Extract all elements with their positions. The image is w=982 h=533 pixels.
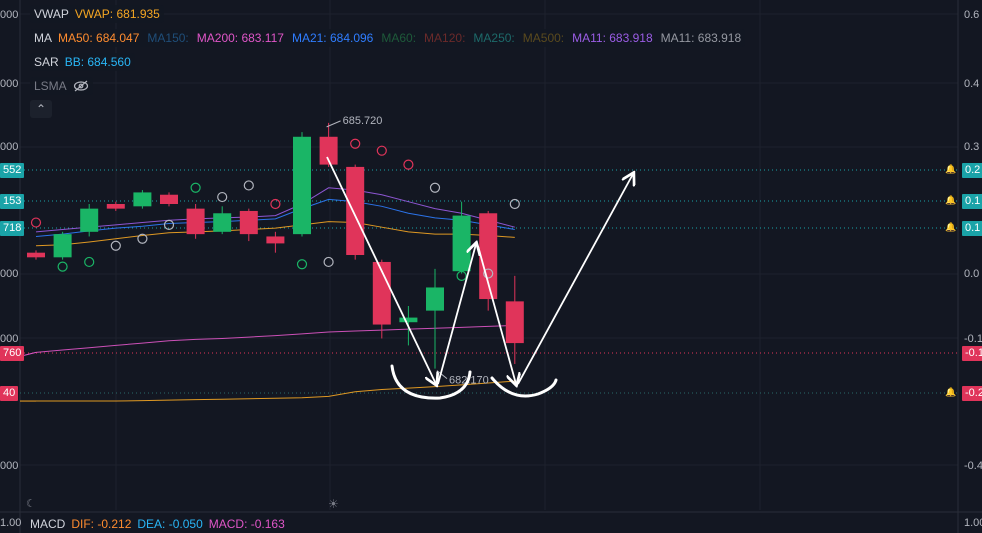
lsma-legend-name: LSMA bbox=[34, 79, 67, 93]
ma-legend-item: MA11: 683.918 bbox=[660, 31, 742, 45]
sar-point bbox=[403, 159, 414, 170]
sar-point bbox=[84, 256, 95, 268]
right-price-tag: 0.1 bbox=[962, 221, 982, 236]
ma-legend-item: MA21: 684.096 bbox=[291, 31, 374, 45]
sar-point bbox=[323, 256, 334, 268]
sar-point bbox=[30, 217, 42, 228]
lsma-legend[interactable]: LSMA bbox=[30, 77, 93, 95]
right-axis-label: 0.3 bbox=[964, 141, 980, 153]
right-axis-label: -0.4 bbox=[964, 460, 982, 472]
ma-legend-item: MA250: bbox=[473, 31, 515, 45]
left-axis-label: 000 bbox=[0, 460, 19, 472]
left-price-tag: 153 bbox=[0, 194, 25, 209]
sar-point bbox=[190, 182, 201, 193]
right-price-tag: -0.2 bbox=[962, 386, 982, 401]
chevron-up-icon[interactable]: ⌃ bbox=[30, 100, 52, 118]
macd-legend[interactable]: MACD DIF: -0.212 DEA: -0.050 MACD: -0.16… bbox=[30, 517, 285, 531]
moon-icon: ☾ bbox=[26, 497, 36, 510]
candle-body bbox=[27, 252, 45, 258]
sar-point bbox=[296, 259, 308, 270]
eye-off-icon[interactable] bbox=[73, 80, 89, 92]
left-axis-label: 000 bbox=[0, 333, 19, 345]
bell-icon[interactable]: 🔔 bbox=[945, 164, 957, 176]
bell-icon[interactable]: 🔔 bbox=[945, 387, 957, 399]
right-price-tag: 0.2 bbox=[962, 163, 982, 178]
right-axis-label: -0.1 bbox=[964, 333, 982, 345]
macd-legend-name: MACD bbox=[30, 517, 66, 531]
ma-legend-item: MA500: bbox=[522, 31, 565, 45]
sar-point bbox=[270, 198, 281, 210]
vwap-legend[interactable]: VWAP VWAP: 681.935 bbox=[30, 5, 164, 23]
right-axis-label: 0.4 bbox=[964, 78, 980, 90]
macd-macd-value: MACD: -0.163 bbox=[208, 517, 285, 531]
price-chart[interactable]: 685.720682.170☾ ☀ bbox=[0, 0, 982, 533]
sar-legend-value: BB: 684.560 bbox=[64, 55, 131, 69]
candle-body bbox=[346, 166, 365, 255]
candle-body bbox=[160, 194, 178, 204]
right-axis-label: 1.00 bbox=[964, 517, 982, 529]
right-axis-label: 0.0 bbox=[964, 268, 980, 280]
candle-body bbox=[399, 317, 418, 323]
macd-dea-value: DEA: -0.050 bbox=[137, 517, 203, 531]
left-price-tag: 760 bbox=[0, 346, 25, 361]
left-axis-label: 000 bbox=[0, 268, 19, 280]
left-price-tag: 40 bbox=[0, 386, 19, 401]
candle-body bbox=[426, 287, 444, 311]
sar-point bbox=[429, 182, 441, 193]
candle-body bbox=[293, 136, 311, 235]
left-price-tag: 552 bbox=[0, 163, 25, 178]
drawn-arrow-up-2 bbox=[517, 174, 633, 385]
ma-legend[interactable]: MA MA50: 684.047 MA150: MA200: 683.117 MA21… bbox=[30, 29, 746, 47]
right-price-tag: -0.1 bbox=[962, 346, 982, 361]
candle-body bbox=[505, 301, 524, 344]
left-axis-label: 000 bbox=[0, 9, 19, 21]
sar-point bbox=[217, 191, 228, 203]
ma-legend-item: MA11: 683.918 bbox=[572, 31, 653, 45]
ma-legend-items: MA50: 684.047 MA150: MA200: 683.117 MA21: 6… bbox=[58, 31, 741, 45]
bell-icon[interactable]: 🔔 bbox=[945, 222, 957, 234]
candle-body bbox=[239, 210, 258, 235]
candle-body bbox=[452, 215, 471, 272]
vwap-legend-name: VWAP bbox=[34, 7, 69, 21]
candle-body bbox=[213, 213, 232, 232]
ma-legend-item: MA50: 684.047 bbox=[58, 31, 140, 45]
right-axis-label: 0.6 bbox=[964, 9, 980, 21]
right-price-tag: 0.1 bbox=[962, 194, 982, 209]
ma-legend-item: MA60: bbox=[381, 31, 417, 45]
sar-legend[interactable]: SAR BB: 684.560 bbox=[30, 53, 135, 71]
candle-body bbox=[133, 192, 152, 207]
sar-point bbox=[376, 145, 387, 156]
bell-icon[interactable]: 🔔 bbox=[945, 195, 957, 207]
candle-body bbox=[186, 208, 205, 235]
candle-body bbox=[106, 204, 125, 209]
ma-legend-name: MA bbox=[34, 31, 52, 45]
sar-point bbox=[57, 261, 68, 272]
ma-legend-item: MA120: bbox=[424, 31, 466, 45]
sun-icon: ☀ bbox=[328, 497, 339, 511]
left-axis-label: 1.00 bbox=[0, 517, 22, 529]
left-axis-label: 000 bbox=[0, 141, 19, 153]
vwap-legend-value: VWAP: 681.935 bbox=[74, 7, 160, 21]
high-price-label: 685.720 bbox=[343, 115, 383, 127]
candle-body bbox=[266, 236, 285, 244]
ma-legend-item: MA200: 683.117 bbox=[196, 31, 284, 45]
ma-series-line bbox=[35, 324, 515, 353]
ma-series-line bbox=[35, 187, 515, 233]
drawn-arrow-down-1 bbox=[326, 156, 436, 384]
candle-body bbox=[53, 234, 72, 258]
left-axis-label: 000 bbox=[0, 78, 19, 90]
sar-legend-name: SAR bbox=[34, 55, 59, 69]
left-price-tag: 718 bbox=[0, 221, 25, 236]
macd-dif-value: DIF: -0.212 bbox=[71, 517, 132, 531]
sar-point bbox=[509, 198, 520, 210]
sar-point bbox=[243, 180, 254, 191]
candle-body bbox=[80, 208, 99, 232]
ma-legend-item: MA150: bbox=[147, 31, 189, 45]
